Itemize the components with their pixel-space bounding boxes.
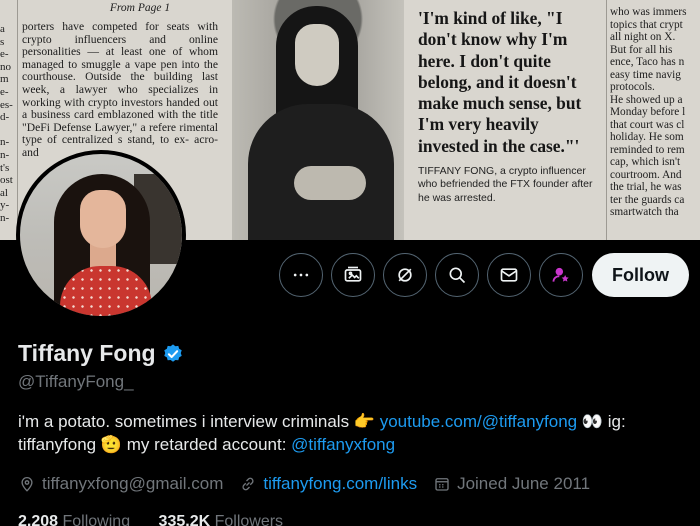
profile-bio: i'm a potato. sometimes i interview crim… — [18, 410, 698, 456]
verified-badge-icon[interactable] — [162, 343, 184, 365]
joined-item: Joined June 2011 — [433, 474, 590, 494]
bio-text: i'm a potato. sometimes i interview crim… — [18, 412, 380, 431]
calendar-icon — [435, 478, 449, 491]
right-column-line: smartwatch tha — [610, 206, 679, 218]
name-row: Tiffany Fong — [18, 340, 184, 367]
left-edge-line: y- — [0, 199, 10, 212]
right-column-line: all night on X. — [610, 31, 676, 43]
banner-left-edge-text: a s e-no m e-es-d- n-n-t's ost al y-n- — [0, 0, 14, 240]
right-column-line: easy time navig — [610, 68, 681, 81]
right-column-line: courtroom. And — [610, 168, 682, 181]
search-icon — [449, 267, 466, 284]
right-column-line: who was immers — [610, 6, 687, 18]
left-edge-line: m — [0, 73, 9, 86]
photo-caption: TIFFANY FONG, a crypto influencer who be… — [418, 165, 593, 204]
left-edge-line: n- — [0, 136, 10, 149]
banner-quote-column: 'I'm kind of like, "I don't know why I'm… — [418, 0, 602, 240]
location-item: tiffanyxfong@gmail.com — [18, 474, 223, 494]
search-button[interactable] — [435, 253, 479, 297]
followers-label[interactable]: Followers — [215, 513, 283, 526]
following-label[interactable]: Following — [63, 513, 131, 526]
right-column-line: protocols. — [610, 81, 655, 93]
photo-icon — [344, 266, 362, 282]
right-column-line: ence, Taco has n — [610, 56, 685, 68]
left-edge-line: a — [0, 23, 5, 35]
right-column-line: the trial, he was — [610, 181, 682, 193]
article-text: porters have competed for seats with cry… — [22, 20, 218, 159]
more-button[interactable] — [279, 253, 323, 297]
grok-icon — [398, 268, 412, 282]
location-pin-icon — [21, 477, 33, 492]
bio-youtube-link[interactable]: youtube.com/@tiffanyfong — [380, 412, 577, 431]
right-column-line: topics that crypt — [610, 18, 683, 31]
follow-button[interactable]: Follow — [592, 253, 689, 297]
column-rule — [17, 0, 18, 240]
location-text: tiffanyxfong@gmail.com — [42, 474, 224, 493]
left-edge-line: d- — [0, 111, 10, 124]
bio-mention-link[interactable]: @tiffanyxfong — [291, 435, 395, 454]
profile-meta: tiffanyxfong@gmail.com tiffanyfong.com/l… — [18, 474, 606, 494]
display-name: Tiffany Fong — [18, 340, 156, 366]
message-button[interactable] — [487, 253, 531, 297]
banner-photo — [232, 0, 404, 240]
follow-stats: 2,208 Following 335.2K Followers — [18, 513, 307, 526]
joined-date: Joined June 2011 — [457, 474, 591, 493]
left-edge-line: ost — [0, 174, 13, 187]
followers-count[interactable]: 335.2K — [159, 513, 211, 526]
subscribe-icon — [552, 267, 569, 282]
left-edge-line: t's — [0, 161, 10, 174]
grok-button[interactable] — [383, 253, 427, 297]
left-edge-line — [0, 124, 14, 137]
left-edge-line: n- — [0, 148, 10, 161]
website-item: tiffanyfong.com/links — [239, 474, 417, 494]
more-horizontal-icon — [293, 273, 309, 277]
right-column-line: that court was cl — [610, 118, 685, 131]
link-icon — [242, 477, 254, 491]
right-column-line: cap, which isn't — [610, 156, 681, 168]
avatar[interactable] — [16, 150, 186, 320]
article-kicker: From Page 1 — [109, 2, 171, 14]
column-rule — [606, 0, 607, 240]
left-edge-line: no — [0, 60, 11, 73]
right-column-line: reminded to rem — [610, 143, 685, 156]
left-edge-line: es- — [0, 98, 13, 111]
subscribe-button[interactable] — [539, 253, 583, 297]
banner-right-column: who was immers topics that crypt all night… — [610, 0, 700, 240]
envelope-icon — [500, 268, 518, 282]
following-count[interactable]: 2,208 — [18, 513, 58, 526]
article-quote: 'I'm kind of like, "I don't know why I'm… — [418, 8, 582, 156]
right-column-line: He showed up a — [610, 93, 683, 106]
media-button[interactable] — [331, 253, 375, 297]
left-edge-line: s — [0, 35, 5, 48]
right-column-line: holiday. He som — [610, 131, 684, 143]
right-column-line: But for all his — [610, 43, 673, 56]
left-edge-line: al — [0, 186, 8, 199]
left-edge-line: e- — [0, 85, 9, 98]
user-handle: @TiffanyFong_ — [18, 372, 134, 391]
left-edge-line: e- — [0, 48, 9, 61]
left-edge-line: n- — [0, 211, 10, 224]
website-link[interactable]: tiffanyfong.com/links — [263, 474, 417, 494]
right-column-line: ter the guards ca — [610, 193, 685, 206]
right-column-line: Monday before l — [610, 106, 686, 118]
